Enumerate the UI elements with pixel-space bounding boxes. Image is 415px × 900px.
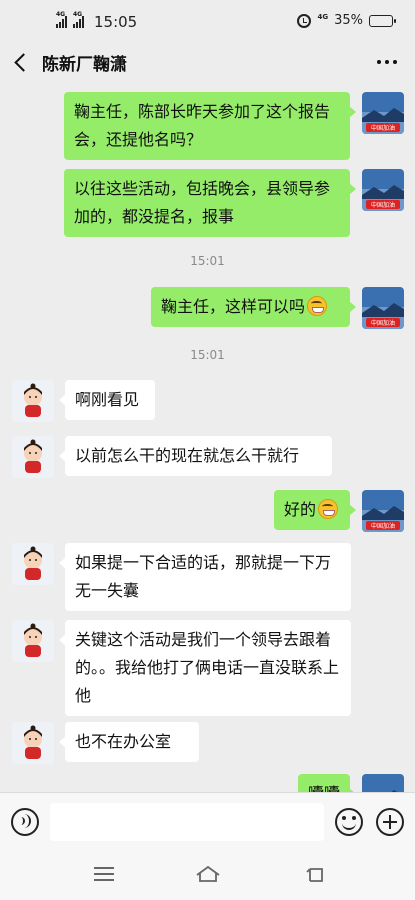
message-bubble-outgoing[interactable]: 囔囔 bbox=[298, 774, 356, 792]
message-text: 也不在办公室 bbox=[75, 732, 172, 751]
input-bar bbox=[0, 792, 415, 850]
status-bar: 4G 4G 15:05 4G 35% bbox=[0, 0, 415, 44]
chevron-left-icon[interactable] bbox=[14, 54, 28, 68]
menu-icon[interactable] bbox=[94, 867, 114, 881]
contact-avatar[interactable] bbox=[12, 620, 54, 662]
message-text: 关键这个活动是我们一个领导去跟着的。。我给他打了俩电话一直没联系上他 bbox=[75, 630, 340, 705]
svg-text:中国加油: 中国加油 bbox=[371, 201, 395, 209]
chat-title: 陈新厂鞠潇 bbox=[42, 55, 127, 75]
grin-emoji-icon bbox=[307, 296, 328, 316]
alarm-icon bbox=[297, 13, 312, 28]
my-avatar[interactable]: 中国加油 bbox=[362, 169, 404, 211]
message-text: 鞠主任，这样可以吗 bbox=[161, 297, 306, 316]
svg-text:中国加油: 中国加油 bbox=[371, 124, 395, 132]
battery-percent: 35% bbox=[334, 13, 363, 28]
grin-emoji-icon bbox=[318, 499, 339, 519]
status-left: 4G 4G 15:05 bbox=[56, 11, 138, 31]
svg-text:中国加油: 中国加油 bbox=[371, 319, 395, 327]
svg-text:中国加油: 中国加油 bbox=[371, 522, 395, 530]
emoji-icon[interactable] bbox=[335, 808, 363, 836]
time-divider: 15:01 bbox=[190, 254, 225, 268]
battery-icon bbox=[369, 14, 396, 27]
message-bubble-outgoing[interactable]: 鞠主任，陈部长昨天参加了这个报告会，还提他名吗？ bbox=[64, 92, 356, 160]
message-text: 以前怎么干的现在就怎么干就行 bbox=[75, 446, 300, 465]
contact-avatar[interactable] bbox=[12, 722, 54, 764]
time-divider: 15:01 bbox=[190, 348, 225, 362]
message-bubble-incoming[interactable]: 以前怎么干的现在就怎么干就行 bbox=[59, 436, 332, 476]
message-bubble-incoming[interactable]: 如果提一下合适的话，那就提一下万无一失囊 bbox=[59, 543, 351, 611]
message-text: 鞠主任，陈部长昨天参加了这个报告会，还提他名吗？ bbox=[74, 102, 331, 149]
message-bubble-incoming[interactable]: 也不在办公室 bbox=[59, 722, 199, 762]
system-nav-bar bbox=[0, 850, 415, 900]
back-icon[interactable] bbox=[306, 867, 326, 883]
data-network-label: 4G bbox=[317, 12, 329, 21]
message-list[interactable]: 鞠主任，陈部长昨天参加了这个报告会，还提他名吗？ 中国加油 以往这些活动，包括晚… bbox=[0, 82, 415, 792]
message-bubble-incoming[interactable]: 关键这个活动是我们一个领导去跟着的。。我给他打了俩电话一直没联系上他 bbox=[59, 620, 351, 716]
contact-avatar[interactable] bbox=[12, 543, 54, 585]
message-text: 以往这些活动，包括晚会，县领导参加的，都没提名，报事 bbox=[74, 179, 331, 226]
chat-header: 陈新厂鞠潇 bbox=[0, 44, 415, 82]
my-avatar[interactable]: 中国加油 bbox=[362, 774, 404, 792]
my-avatar[interactable]: 中国加油 bbox=[362, 287, 404, 329]
message-text: 好的 bbox=[284, 500, 317, 519]
message-bubble-outgoing[interactable]: 鞠主任，这样可以吗 bbox=[151, 287, 356, 327]
signal-icon: 4G bbox=[73, 11, 84, 28]
contact-avatar[interactable] bbox=[12, 436, 54, 478]
message-text: 囔囔 bbox=[308, 784, 340, 792]
contact-avatar[interactable] bbox=[12, 380, 54, 422]
message-input[interactable] bbox=[50, 803, 324, 841]
signal-icon: 4G bbox=[56, 11, 67, 28]
more-dots-icon[interactable] bbox=[377, 60, 397, 64]
message-bubble-outgoing[interactable]: 以往这些活动，包括晚会，县领导参加的，都没提名，报事 bbox=[64, 169, 356, 237]
status-right: 4G 35% bbox=[297, 12, 396, 28]
status-time: 15:05 bbox=[94, 13, 138, 31]
home-icon[interactable] bbox=[195, 865, 221, 883]
voice-icon[interactable] bbox=[11, 808, 39, 836]
my-avatar[interactable]: 中国加油 bbox=[362, 92, 404, 134]
message-bubble-incoming[interactable]: 啊刚看见 bbox=[59, 380, 155, 420]
message-text: 如果提一下合适的话，那就提一下万无一失囊 bbox=[75, 553, 332, 600]
message-text: 啊刚看见 bbox=[75, 390, 140, 409]
my-avatar[interactable]: 中国加油 bbox=[362, 490, 404, 532]
message-bubble-outgoing[interactable]: 好的 bbox=[274, 490, 356, 530]
plus-icon[interactable] bbox=[376, 808, 404, 836]
